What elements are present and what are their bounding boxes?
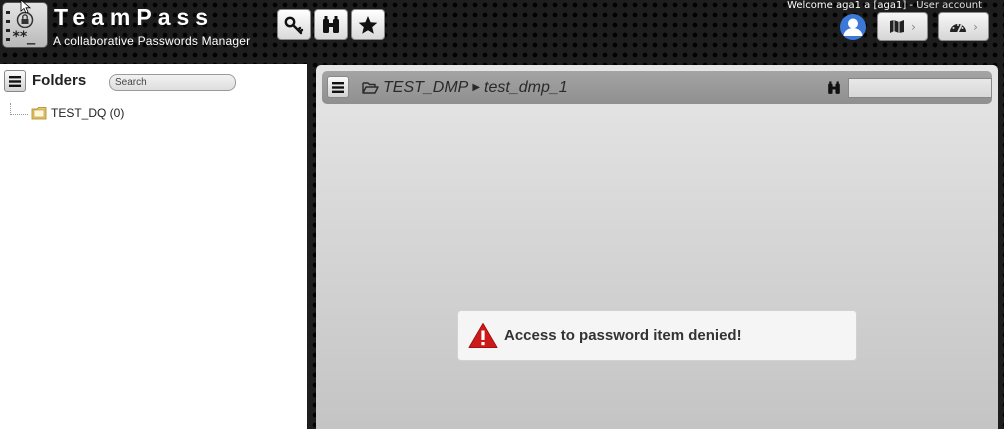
- access-denied-alert: Access to password item denied!: [457, 310, 857, 361]
- logo-stars: **_: [12, 29, 35, 45]
- tree-item-test-dq[interactable]: TEST_DQ (0): [10, 103, 125, 121]
- breadcrumb-current[interactable]: test_dmp_1: [484, 79, 568, 97]
- welcome-message: Welcome aga1 a [aga1] - User account: [787, 0, 982, 11]
- binoculars-icon: [323, 15, 339, 33]
- map-icon: [890, 20, 905, 33]
- tree-connector: [10, 103, 28, 115]
- breadcrumb: TEST_DMP ▶ test_dmp_1: [362, 71, 568, 104]
- key-button[interactable]: [277, 9, 311, 40]
- star-icon: [358, 15, 378, 34]
- brand-tagline: A collaborative Passwords Manager: [53, 34, 251, 48]
- welcome-separator: -: [906, 0, 917, 11]
- user-avatar[interactable]: [838, 12, 868, 42]
- chevron-right-icon: ›: [911, 19, 916, 34]
- map-menu-button[interactable]: ›: [877, 12, 928, 41]
- warning-icon: [468, 323, 498, 348]
- items-menu-button[interactable]: [327, 76, 349, 98]
- path-bar: TEST_DMP ▶ test_dmp_1: [322, 71, 992, 104]
- folders-menu-button[interactable]: [4, 70, 26, 92]
- favorites-button[interactable]: [351, 9, 385, 40]
- welcome-text: Welcome aga1 a [aga1]: [787, 0, 907, 11]
- dashboard-icon: [950, 24, 967, 33]
- hamburger-icon: [9, 75, 21, 87]
- chevron-right-icon: ›: [973, 19, 978, 34]
- dashboard-menu-button[interactable]: ›: [938, 12, 989, 41]
- folders-panel: Folders TEST_DQ (0): [0, 64, 307, 429]
- binoculars-icon[interactable]: [826, 80, 842, 96]
- breadcrumb-separator-icon: ▶: [472, 82, 481, 93]
- breadcrumb-parent[interactable]: TEST_DMP: [383, 79, 468, 97]
- brand-name: TeamPass: [54, 4, 215, 30]
- folders-search-input[interactable]: [109, 74, 236, 91]
- binoculars-button[interactable]: [314, 9, 348, 40]
- tree-item-label: TEST_DQ (0): [51, 106, 125, 120]
- key-icon: [284, 16, 304, 34]
- alert-message: Access to password item denied!: [504, 327, 742, 344]
- hamburger-icon: [332, 81, 344, 93]
- header: **_ TeamPass A collaborative Passwords M…: [0, 0, 1004, 60]
- logo-dots: [6, 11, 10, 41]
- items-panel: TEST_DMP ▶ test_dmp_1 Access to password…: [316, 65, 998, 429]
- item-search-input[interactable]: [848, 78, 992, 98]
- folder-icon: [31, 107, 47, 120]
- user-account-link[interactable]: User account: [916, 0, 982, 11]
- mouse-cursor-icon: [20, 0, 32, 14]
- folders-title: Folders: [32, 72, 87, 89]
- user-avatar-icon: [840, 14, 866, 40]
- folder-open-icon: [362, 81, 379, 94]
